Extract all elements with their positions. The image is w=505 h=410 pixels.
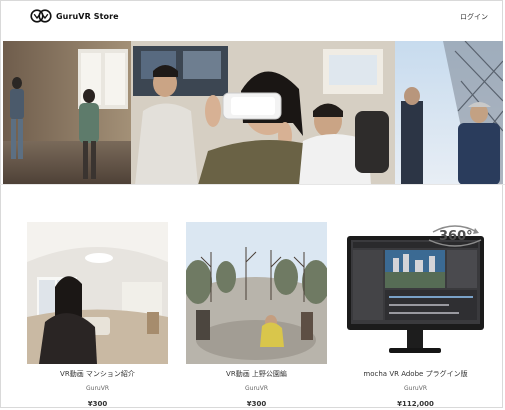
product-price: ¥300 <box>246 400 267 408</box>
product-card[interactable]: VR動画 上野公園編 GuruVR ¥300 <box>186 222 327 408</box>
product-card[interactable]: 360° mocha VR Adobe プラグイン版 GuruVR ¥112,0… <box>345 222 486 408</box>
product-price: ¥300 <box>87 400 108 408</box>
product-title[interactable]: VR動画 マンション紹介 <box>27 369 168 379</box>
site-header: GuruVR Store ログイン <box>0 0 505 40</box>
product-card[interactable]: VR動画 マンション紹介 GuruVR ¥300 <box>27 222 168 408</box>
product-price: ¥112,000 <box>397 400 434 408</box>
hero-banner <box>3 41 503 185</box>
product-title[interactable]: mocha VR Adobe プラグイン版 <box>345 369 486 379</box>
product-seller: GuruVR <box>86 385 109 392</box>
product-thumbnail[interactable] <box>186 222 327 364</box>
store-logo[interactable]: GuruVR Store <box>30 9 119 23</box>
product-thumbnail[interactable] <box>27 222 168 364</box>
product-title[interactable]: VR動画 上野公園編 <box>186 369 327 379</box>
guruvr-logo-icon <box>30 9 52 23</box>
360-badge: 360° <box>439 229 473 244</box>
hero-divider <box>0 184 505 185</box>
login-link[interactable]: ログイン <box>460 12 488 22</box>
product-seller: GuruVR <box>245 385 268 392</box>
hero-photo <box>3 41 503 185</box>
product-thumbnail[interactable]: 360° <box>345 222 486 364</box>
product-seller: GuruVR <box>404 385 427 392</box>
logo-text: GuruVR Store <box>56 11 119 21</box>
